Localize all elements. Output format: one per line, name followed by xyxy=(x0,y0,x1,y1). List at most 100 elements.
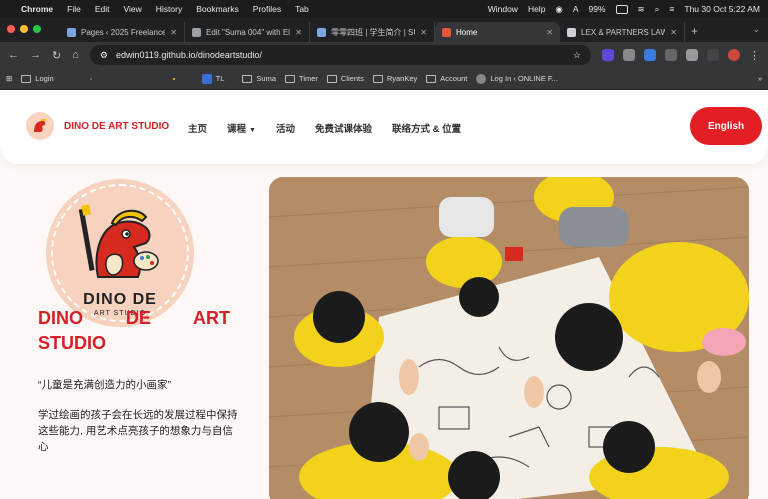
back-icon[interactable]: ← xyxy=(8,49,19,61)
hero-quote: “儿童是充满创造力的小画家” xyxy=(38,379,171,391)
browser-tab-strip: Pages ‹ 2025 Freelance L ✕ Edit "Suma 00… xyxy=(0,18,768,42)
pen-icon[interactable] xyxy=(665,49,677,61)
bookmark-clients[interactable]: Clients xyxy=(326,74,364,83)
macos-menubar: Chrome File Edit View History Bookmarks … xyxy=(0,0,768,18)
tab-pages[interactable]: Pages ‹ 2025 Freelance L ✕ xyxy=(60,22,185,42)
extension-icon[interactable] xyxy=(644,49,656,61)
hero-title-line2: STUDIO xyxy=(38,333,107,353)
close-tab-icon[interactable]: ✕ xyxy=(546,28,553,37)
menubar-status-area: Window Help ◉ A 99% ≋ ⌕ ≡ Thu 30 Oct 5:2… xyxy=(488,4,760,15)
menu-bookmarks[interactable]: Bookmarks xyxy=(196,4,239,14)
search-icon[interactable]: ⌕ xyxy=(655,4,660,15)
english-language-button[interactable]: English xyxy=(690,107,762,145)
folder-icon xyxy=(372,74,383,83)
address-bar[interactable]: ⚙ edwin0119.github.io/dinodeartstudio/ ☆ xyxy=(89,45,591,65)
menu-tab[interactable]: Tab xyxy=(295,4,309,14)
dino-favicon-icon xyxy=(442,27,451,37)
sidebar-icon[interactable] xyxy=(707,49,719,61)
hero-title: DINO DE ART STUDIO xyxy=(38,306,230,356)
close-tab-icon[interactable]: ✕ xyxy=(420,28,427,37)
zoom-window-button[interactable] xyxy=(33,25,41,33)
more-bookmarks-icon[interactable]: » xyxy=(758,74,762,83)
menu-view[interactable]: View xyxy=(123,4,141,14)
menu-help[interactable]: Help xyxy=(528,4,545,14)
menu-profiles[interactable]: Profiles xyxy=(253,4,281,14)
menu-edit[interactable]: Edit xyxy=(95,4,110,14)
nav-activities[interactable]: 活动 xyxy=(276,121,295,135)
tab-search-chevron-icon[interactable]: ⌄ xyxy=(752,24,760,35)
hero-title-line1: DINO DE ART xyxy=(38,308,230,328)
law-firm-icon xyxy=(567,27,576,37)
bookmark-timer[interactable]: Timer xyxy=(285,74,318,83)
bookmark-icon[interactable] xyxy=(172,77,175,80)
home-icon[interactable]: ⌂ xyxy=(72,49,79,61)
folder-icon xyxy=(21,74,32,83)
input-source-icon[interactable]: A xyxy=(573,4,579,14)
close-tab-icon[interactable]: ✕ xyxy=(295,28,302,37)
avatar[interactable] xyxy=(728,49,740,61)
puzzle-icon[interactable] xyxy=(686,49,698,61)
caret-down-icon: ▼ xyxy=(249,127,256,134)
bookmark-suma[interactable]: Suma xyxy=(242,74,276,83)
hero-logo: DINO DE ART STUDIO xyxy=(46,179,194,327)
bookmark-account[interactable]: Account xyxy=(426,74,467,83)
bookmark-star-icon[interactable]: ☆ xyxy=(573,50,581,61)
site-info-icon[interactable]: ⚙ xyxy=(100,50,108,61)
bookmark-tl[interactable]: TL xyxy=(201,73,224,84)
bookmark-icon[interactable] xyxy=(89,77,92,80)
tab-title: 零零四班 | 学生简介 | SUM xyxy=(331,27,415,37)
folder-icon xyxy=(242,74,253,83)
minimize-window-button[interactable] xyxy=(20,25,28,33)
toolbar-extensions: ⋮ xyxy=(602,49,760,62)
bookmark-ryankey[interactable]: RyanKey xyxy=(372,74,417,83)
camera-icon[interactable] xyxy=(623,49,635,61)
elementor-icon xyxy=(192,27,201,37)
folder-icon xyxy=(285,74,296,83)
bookmark-login[interactable]: Login xyxy=(21,74,54,83)
new-tab-icon[interactable]: + xyxy=(691,24,698,38)
browser-toolbar: ← → ↻ ⌂ ⚙ edwin0119.github.io/dinodearts… xyxy=(0,42,768,68)
hero-description: 学过绘画的孩子会在长远的发展过程中保持这些能力, 用艺术点亮孩子的想象力与自信心 xyxy=(38,409,238,453)
bookmark-login-online[interactable]: Log In ‹ ONLINE F... xyxy=(476,73,558,84)
forward-icon[interactable]: → xyxy=(30,49,41,61)
close-tab-icon[interactable]: ✕ xyxy=(670,28,677,37)
nav-free-trial[interactable]: 免费试课体验 xyxy=(315,121,372,135)
tab-title: Home xyxy=(456,27,478,37)
wifi-icon[interactable]: ≋ xyxy=(638,4,645,15)
close-window-button[interactable] xyxy=(7,25,15,33)
menu-history[interactable]: History xyxy=(156,4,182,14)
control-center-icon[interactable]: ≡ xyxy=(669,4,674,14)
reload-icon[interactable]: ↻ xyxy=(52,49,61,62)
apps-grid-icon[interactable]: ⊞ xyxy=(6,74,12,83)
site-brand[interactable]: DINO DE ART STUDIO xyxy=(64,121,169,132)
tab-title: LEX & PARTNERS LAW F xyxy=(581,27,666,37)
main-nav: 主页 课程 ▼ 活动 免费试课体验 联络方式 & 位置 xyxy=(188,121,461,135)
close-tab-icon[interactable]: ✕ xyxy=(170,28,177,37)
window-controls xyxy=(7,25,41,33)
nav-courses[interactable]: 课程 ▼ xyxy=(227,121,256,135)
tab-lex-partners[interactable]: LEX & PARTNERS LAW F ✕ xyxy=(560,22,685,42)
extension-icon[interactable] xyxy=(602,49,614,61)
tab-home[interactable]: Home ✕ xyxy=(435,22,560,42)
record-icon[interactable]: ◉ xyxy=(555,4,562,15)
tab-student-profile[interactable]: 零零四班 | 学生简介 | SUM ✕ xyxy=(310,22,435,42)
folder-icon xyxy=(426,74,437,83)
tab-title: Pages ‹ 2025 Freelance L xyxy=(81,27,166,37)
battery-percent: 99% xyxy=(588,4,606,14)
menu-file[interactable]: File xyxy=(67,4,81,14)
url-text[interactable]: edwin0119.github.io/dinodeartstudio/ xyxy=(116,50,565,60)
tab-edit-suma[interactable]: Edit "Suma 004" with Ele ✕ xyxy=(185,22,310,42)
tab-title: Edit "Suma 004" with Ele xyxy=(206,27,291,37)
menu-kebab-icon[interactable]: ⋮ xyxy=(749,49,760,62)
battery-icon[interactable] xyxy=(615,4,628,14)
nav-contact[interactable]: 联络方式 & 位置 xyxy=(392,121,461,135)
menu-app-name[interactable]: Chrome xyxy=(21,4,53,14)
nav-home[interactable]: 主页 xyxy=(188,121,207,135)
webpage: DINO DE ART STUDIO 主页 课程 ▼ 活动 免费试课体验 联络方式… xyxy=(0,90,768,499)
nav-courses-label: 课程 xyxy=(227,124,247,135)
clock[interactable]: Thu 30 Oct 5:22 AM xyxy=(684,4,760,14)
site-icon xyxy=(317,27,326,37)
site-logo[interactable] xyxy=(26,112,54,140)
menu-window[interactable]: Window xyxy=(488,4,518,14)
hero-photo-children-drawing xyxy=(269,177,749,499)
